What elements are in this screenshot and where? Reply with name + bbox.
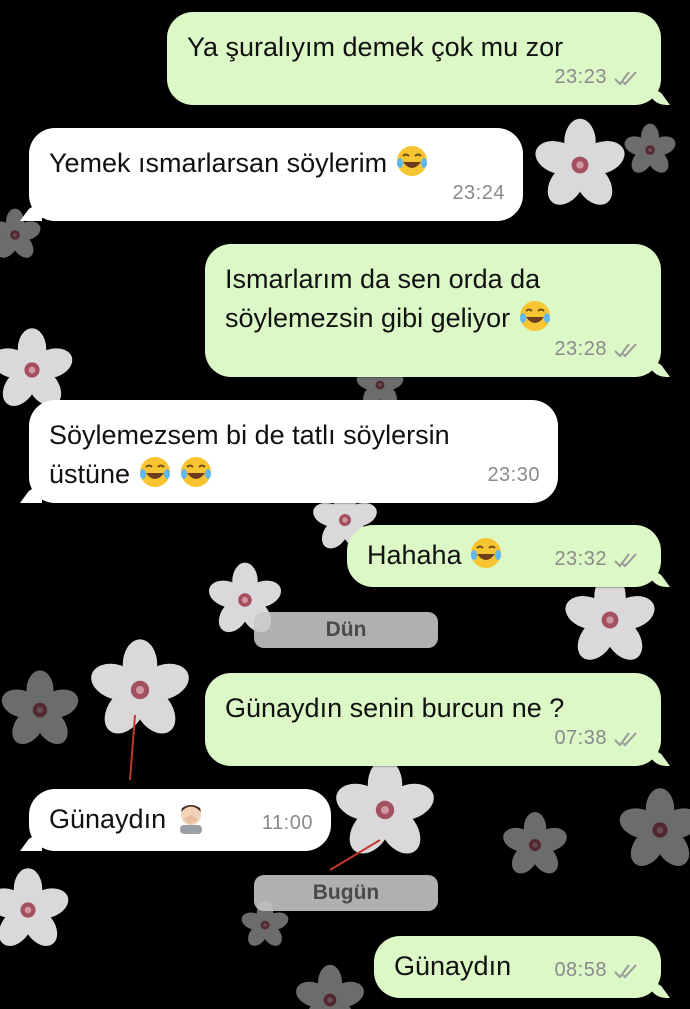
date-separator-yesterday: Dün <box>254 612 438 648</box>
message-text: Günaydın <box>394 951 512 981</box>
read-receipt-icon <box>614 342 637 358</box>
message-meta: 23:30 <box>487 456 540 495</box>
message-meta: 07:38 <box>554 719 643 758</box>
facepalm-emoji-icon <box>179 805 202 834</box>
message-time: 07:38 <box>554 727 607 749</box>
message-text-line: Söylemezsem bi de tatlı söylersin <box>49 420 450 450</box>
message-time: 08:58 <box>554 959 607 981</box>
laughing-tears-emoji-icon <box>471 538 502 568</box>
message-meta: 23:28 <box>554 330 643 369</box>
message-time: 11:00 <box>261 812 313 834</box>
read-receipt-icon <box>614 70 637 86</box>
message-meta: 23:24 <box>452 174 505 213</box>
read-receipt-icon <box>614 552 637 568</box>
laughing-tears-emoji-icon <box>139 457 170 487</box>
message-bubble-incoming[interactable]: Yemek ısmarlarsan söylerim 23:24 <box>29 128 523 221</box>
message-text: Yemek ısmarlarsan söylerim <box>49 148 388 178</box>
laughing-tears-emoji-icon <box>519 301 550 331</box>
message-text: Günaydın senin burcun ne ? <box>225 693 565 723</box>
message-bubble-outgoing[interactable]: Ya şuralıyım demek çok mu zor 23:23 <box>167 12 661 105</box>
message-text: Günaydın <box>49 804 167 834</box>
message-bubble-incoming[interactable]: Günaydın 11:00 <box>29 789 331 851</box>
message-meta: 08:58 <box>554 951 643 990</box>
date-separator-today: Bugün <box>254 875 438 911</box>
message-bubble-outgoing[interactable]: Günaydın senin burcun ne ? 07:38 <box>205 673 661 766</box>
message-bubble-outgoing[interactable]: Ismarlarım da sen orda da söylemezsin gi… <box>205 244 661 377</box>
message-meta: 11:00 <box>262 804 313 843</box>
message-text-line: üstüne <box>49 459 131 489</box>
message-time: 23:23 <box>554 66 607 88</box>
read-receipt-icon <box>614 963 637 979</box>
message-text: Ya şuralıyım demek çok mu zor <box>187 32 564 62</box>
message-meta: 23:32 <box>554 540 643 579</box>
message-text-line: Ismarlarım da sen orda da <box>225 264 541 294</box>
laughing-tears-emoji-icon <box>181 457 212 487</box>
message-bubble-incoming[interactable]: Söylemezsem bi de tatlı söylersin üstüne… <box>29 400 558 503</box>
read-receipt-icon <box>614 731 637 747</box>
message-bubble-outgoing[interactable]: Günaydın 08:58 <box>374 936 661 998</box>
message-text-line: söylemezsin gibi geliyor <box>225 303 511 333</box>
message-meta: 23:23 <box>554 58 643 97</box>
laughing-tears-emoji-icon <box>396 146 427 176</box>
message-bubble-outgoing[interactable]: Hahaha 23:32 <box>347 525 661 587</box>
message-time: 23:30 <box>487 464 540 486</box>
message-time: 23:32 <box>554 548 607 570</box>
message-time: 23:28 <box>554 338 607 360</box>
message-text: Hahaha <box>367 540 462 570</box>
message-time: 23:24 <box>452 182 505 204</box>
